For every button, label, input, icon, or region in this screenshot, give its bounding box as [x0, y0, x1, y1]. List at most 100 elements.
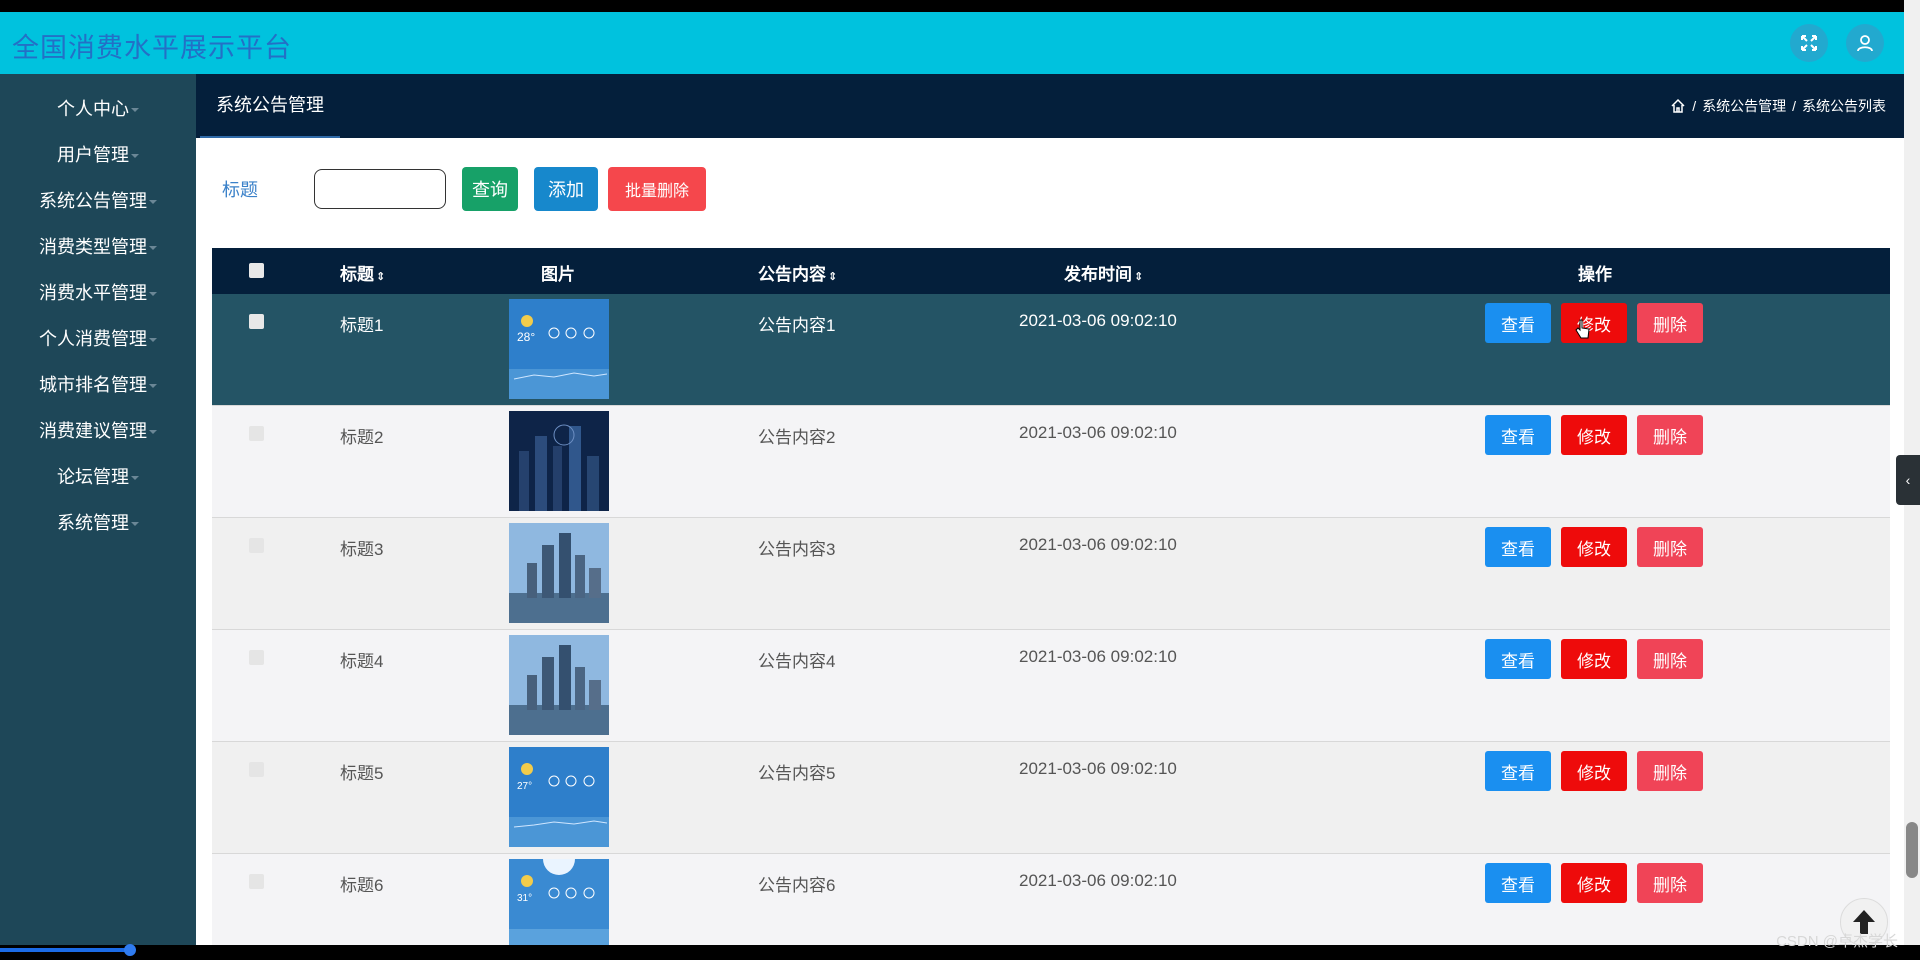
breadcrumb: / 系统公告管理 / 系统公告列表: [1670, 74, 1886, 138]
view-button[interactable]: 查看: [1485, 415, 1551, 455]
search-bar: 标题 查询 添加 批量删除: [222, 166, 706, 212]
delete-button[interactable]: 删除: [1637, 751, 1703, 791]
sidebar-item-personal-consumption[interactable]: 个人消费管理: [0, 316, 196, 362]
svg-text:28°: 28°: [517, 330, 535, 344]
delete-button[interactable]: 删除: [1637, 639, 1703, 679]
sidebar-item-users[interactable]: 用户管理: [0, 132, 196, 178]
row-time: 2021-03-06 09:02:10: [1019, 647, 1177, 666]
row-title: 标题5: [340, 764, 384, 783]
sidebar: 个人中心 用户管理 系统公告管理 消费类型管理 消费水平管理 个人消费管理 城市…: [0, 74, 196, 945]
view-button[interactable]: 查看: [1485, 751, 1551, 791]
chevron-down-icon: [131, 476, 139, 481]
breadcrumb-level1[interactable]: 系统公告管理: [1702, 96, 1786, 116]
row-content: 公告内容5: [758, 764, 836, 783]
query-button[interactable]: 查询: [462, 167, 518, 211]
title-search-input[interactable]: [314, 169, 446, 209]
view-button[interactable]: 查看: [1485, 863, 1551, 903]
tab-announcements[interactable]: 系统公告管理: [200, 74, 340, 138]
row-time: 2021-03-06 09:02:10: [1019, 871, 1177, 890]
announcement-image: [509, 411, 609, 511]
delete-button[interactable]: 删除: [1637, 863, 1703, 903]
sidebar-item-announcements[interactable]: 系统公告管理: [0, 178, 196, 224]
app-screen: 全国消费水平展示平台 个人中心 用户管理 系统公告管理 消费类型管理 消费水平管…: [0, 12, 1904, 945]
breadcrumb-separator: /: [1692, 98, 1697, 114]
row-title: 标题3: [340, 540, 384, 559]
chevron-down-icon: [131, 154, 139, 159]
video-progress-bar[interactable]: [0, 948, 130, 952]
bulk-delete-button[interactable]: 批量删除: [608, 167, 706, 211]
chevron-down-icon: [149, 430, 157, 435]
svg-text:31°: 31°: [517, 893, 532, 904]
home-icon[interactable]: [1670, 98, 1686, 114]
table-row[interactable]: 标题2 公告内容2 2021-03-06 09:02:10 查看 修改 删除: [212, 406, 1890, 518]
fullscreen-button[interactable]: [1790, 24, 1828, 62]
select-all-checkbox[interactable]: [249, 263, 264, 278]
row-checkbox[interactable]: [249, 650, 264, 665]
add-button[interactable]: 添加: [534, 167, 598, 211]
row-title: 标题6: [340, 876, 384, 895]
column-header-content[interactable]: 公告内容 ⇕: [758, 260, 837, 285]
csdn-watermark: CSDN @卓杰学长: [1776, 933, 1898, 950]
view-button[interactable]: 查看: [1485, 639, 1551, 679]
top-bar: 全国消费水平展示平台: [0, 12, 1904, 74]
app-title: 全国消费水平展示平台: [12, 33, 292, 63]
chevron-down-icon: [149, 384, 157, 389]
scrollbar-thumb[interactable]: [1906, 822, 1918, 878]
sidebar-item-label: 城市排名管理: [39, 375, 147, 395]
edit-button[interactable]: 修改: [1561, 527, 1627, 567]
row-content: 公告内容3: [758, 540, 836, 559]
sidebar-item-personal-center[interactable]: 个人中心: [0, 86, 196, 132]
row-checkbox[interactable]: [249, 314, 264, 329]
expand-icon: [1801, 35, 1817, 51]
row-checkbox[interactable]: [249, 538, 264, 553]
row-content: 公告内容6: [758, 876, 836, 895]
row-content: 公告内容2: [758, 428, 836, 447]
delete-button[interactable]: 删除: [1637, 527, 1703, 567]
row-title: 标题2: [340, 428, 384, 447]
table-row[interactable]: 标题4 公告内容4 2021-03-06 09:02:10 查看 修改 删除: [212, 630, 1890, 742]
announcement-image: 27°: [509, 747, 609, 847]
chevron-left-icon: ‹: [1905, 472, 1911, 488]
row-checkbox[interactable]: [249, 762, 264, 777]
sidebar-item-system[interactable]: 系统管理: [0, 500, 196, 546]
table-row[interactable]: 标题3 公告内容3 2021-03-06 09:02:10 查看 修改 删除: [212, 518, 1890, 630]
column-header-actions: 操作: [1578, 265, 1612, 284]
edit-button[interactable]: 修改: [1561, 415, 1627, 455]
sidebar-item-label: 个人中心: [57, 99, 129, 119]
column-header-time[interactable]: 发布时间 ⇕: [1064, 260, 1143, 285]
edit-button[interactable]: 修改: [1561, 303, 1627, 343]
edit-button[interactable]: 修改: [1561, 639, 1627, 679]
view-button[interactable]: 查看: [1485, 527, 1551, 567]
breadcrumb-separator: /: [1792, 98, 1796, 114]
column-header-title[interactable]: 标题 ⇕: [340, 260, 385, 285]
row-checkbox[interactable]: [249, 426, 264, 441]
delete-button[interactable]: 删除: [1637, 303, 1703, 343]
edit-button[interactable]: 修改: [1561, 863, 1627, 903]
chevron-down-icon: [149, 338, 157, 343]
side-panel-toggle[interactable]: ‹: [1896, 455, 1920, 505]
sidebar-item-suggestions[interactable]: 消费建议管理: [0, 408, 196, 454]
chevron-down-icon: [149, 292, 157, 297]
row-title: 标题1: [340, 316, 384, 335]
table-row[interactable]: 标题5 27° 公告内容5 2021-03-06 09:02:10 查看 修改 …: [212, 742, 1890, 854]
video-progress-handle[interactable]: [124, 944, 136, 956]
sidebar-item-forum[interactable]: 论坛管理: [0, 454, 196, 500]
table-row[interactable]: 标题6 31° 公告内容6 2021-03-06 09:02:10 查看 修改 …: [212, 854, 1890, 945]
column-content-label: 公告内容: [758, 265, 826, 284]
edit-button[interactable]: 修改: [1561, 751, 1627, 791]
row-title: 标题4: [340, 652, 384, 671]
sidebar-item-label: 系统管理: [57, 513, 129, 533]
table-row[interactable]: 标题1 28° 公告内容1 2021-03-06 09:02:10 查看 修改 …: [212, 294, 1890, 406]
column-title-label: 标题: [340, 265, 374, 284]
sidebar-item-label: 个人消费管理: [39, 329, 147, 349]
sort-icon: ⇕: [828, 271, 838, 283]
announcement-image: [509, 523, 609, 623]
sidebar-item-consumption-levels[interactable]: 消费水平管理: [0, 270, 196, 316]
sidebar-item-consumption-types[interactable]: 消费类型管理: [0, 224, 196, 270]
sidebar-item-city-ranking[interactable]: 城市排名管理: [0, 362, 196, 408]
row-checkbox[interactable]: [249, 874, 264, 889]
view-button[interactable]: 查看: [1485, 303, 1551, 343]
user-button[interactable]: [1846, 24, 1884, 62]
sidebar-item-label: 论坛管理: [57, 467, 129, 487]
delete-button[interactable]: 删除: [1637, 415, 1703, 455]
